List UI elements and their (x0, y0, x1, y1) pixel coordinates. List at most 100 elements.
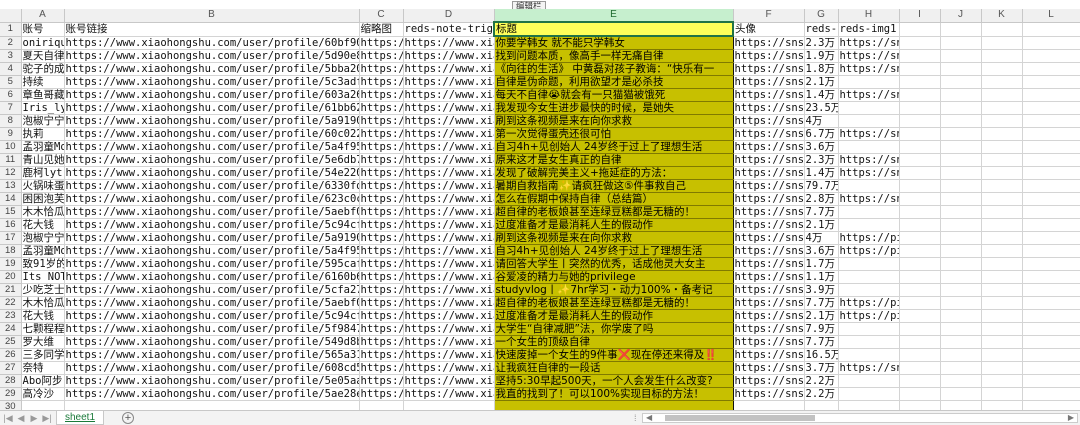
cell-c[interactable]: https://s (359, 127, 404, 141)
cell-h[interactable]: https://sns-avatar-qc.xhscdn.com/avatar/… (838, 361, 900, 375)
cell-a[interactable]: 孟羽童Mo (21, 244, 65, 258)
cell-c[interactable]: https://s (359, 205, 404, 219)
cell-a[interactable]: Abo阿步 (21, 374, 65, 388)
cell-l[interactable] (1022, 36, 1080, 50)
cell-c[interactable]: https://s (359, 270, 404, 284)
cell-g[interactable]: 4万 (804, 231, 839, 245)
sheet-tab-sheet1[interactable]: sheet1 (56, 411, 105, 425)
cell-j[interactable] (940, 153, 982, 167)
cell-b[interactable]: https://www.xiaohongshu.com/user/profile… (64, 153, 360, 167)
cell-k[interactable] (981, 218, 1023, 232)
cell-e[interactable]: 谷爱凌的精力与她的privilege (493, 270, 734, 284)
cell-k[interactable] (981, 231, 1023, 245)
cell-a[interactable]: 泡椒宁宁 (21, 231, 65, 245)
row-header[interactable]: 24 (0, 322, 22, 336)
cell-e[interactable]: 暑期自救指南✨请疯狂做这⑤件事救自己 (493, 179, 734, 193)
cell-j[interactable] (940, 348, 982, 362)
cell-b[interactable]: https://www.xiaohongshu.com/user/profile… (64, 335, 360, 349)
cell-j[interactable] (940, 400, 982, 410)
cell-e[interactable]: 刷到这条视频是来在向你求救 (493, 231, 734, 245)
cell-j[interactable] (940, 75, 982, 89)
cell-d[interactable]: https://www.xiaoh (403, 62, 495, 76)
cell-l[interactable] (1022, 22, 1080, 37)
cell-g[interactable]: 1.8万 (804, 62, 839, 76)
cell-h[interactable]: https://sns-avatar-qc.xhscdn.com/avatar/… (838, 49, 900, 63)
cell-k[interactable] (981, 387, 1023, 401)
cell-k[interactable] (981, 192, 1023, 206)
cell-i[interactable] (899, 179, 941, 193)
select-all-corner[interactable] (0, 9, 22, 23)
cell-b[interactable]: https://www.xiaohongshu.com/user/profile… (64, 218, 360, 232)
cell-f[interactable]: https://sns-av (733, 114, 805, 128)
cell-j[interactable] (940, 218, 982, 232)
cell-f[interactable]: https://sns-av (733, 179, 805, 193)
cell-d[interactable]: https://www.xiaoh (403, 166, 495, 180)
row-header[interactable]: 25 (0, 335, 22, 349)
cell-b[interactable]: https://www.xiaohongshu.com/user/profile… (64, 166, 360, 180)
cell-c[interactable]: https://s (359, 75, 404, 89)
row-header[interactable]: 28 (0, 374, 22, 388)
row-header[interactable]: 9 (0, 127, 22, 141)
cell-f[interactable]: https://sns-av (733, 49, 805, 63)
cell-h[interactable] (838, 348, 900, 362)
cell-l[interactable] (1022, 88, 1080, 102)
cell-b[interactable]: https://www.xiaohongshu.com/user/profile… (64, 179, 360, 193)
cell-j[interactable] (940, 205, 982, 219)
cell-g[interactable]: 2.8万 (804, 192, 839, 206)
cell-g[interactable] (804, 400, 839, 410)
cell-d[interactable]: https://www.xiaoh (403, 192, 495, 206)
row-header[interactable]: 26 (0, 348, 22, 362)
cell-a[interactable]: 花大钱 (21, 218, 65, 232)
cell-d[interactable]: https://www.xiaoh (403, 244, 495, 258)
column-header-b[interactable]: B (64, 9, 360, 23)
row-header[interactable]: 8 (0, 114, 22, 128)
horizontal-scrollbar[interactable]: ◀ ▶ (642, 413, 1078, 423)
cell-l[interactable] (1022, 335, 1080, 349)
cell-h[interactable] (838, 322, 900, 336)
cell-h[interactable]: https://sns-avatar-qc.xhscdn.com/avatar/… (838, 36, 900, 50)
cell-a[interactable]: 火锅味蛋 (21, 179, 65, 193)
cell-c[interactable]: https://s (359, 101, 404, 115)
cell-c[interactable]: https://s (359, 179, 404, 193)
cell-i[interactable] (899, 88, 941, 102)
cell-i[interactable] (899, 192, 941, 206)
cell-i[interactable] (899, 127, 941, 141)
cell-i[interactable] (899, 22, 941, 37)
cell-c[interactable]: https://s (359, 218, 404, 232)
cell-f[interactable]: https://sns-av (733, 257, 805, 271)
column-header-c[interactable]: C (359, 9, 404, 23)
cell-h[interactable] (838, 374, 900, 388)
cell-k[interactable] (981, 179, 1023, 193)
cell-k[interactable] (981, 257, 1023, 271)
first-sheet-nav-icon[interactable]: |◀ (2, 412, 14, 424)
cell-a[interactable]: 致91岁的 (21, 257, 65, 271)
cell-e[interactable]: 我发现今女生进步最快的时候，是她失 (493, 101, 734, 115)
cell-g[interactable]: 1.9万 (804, 49, 839, 63)
cell-g[interactable]: 79.7万 (804, 179, 839, 193)
cell-b[interactable]: https://www.xiaohongshu.com/user/profile… (64, 348, 360, 362)
cell-l[interactable] (1022, 205, 1080, 219)
cell-a[interactable]: Iris_lyn (21, 101, 65, 115)
cell-c[interactable]: https://s (359, 257, 404, 271)
cell-d[interactable]: https://www.xiaoh (403, 348, 495, 362)
cell-h[interactable]: https://picasso-static.xiaohongshu.com/f… (838, 244, 900, 258)
row-header[interactable]: 6 (0, 88, 22, 102)
cell-l[interactable] (1022, 244, 1080, 258)
cell-g[interactable]: 7.7万 (804, 296, 839, 310)
cell-k[interactable] (981, 400, 1023, 410)
cell-g[interactable]: 7.9万 (804, 322, 839, 336)
cell-i[interactable] (899, 231, 941, 245)
cell-j[interactable] (940, 22, 982, 37)
cell-h[interactable] (838, 335, 900, 349)
row-header[interactable]: 3 (0, 49, 22, 63)
cell-d[interactable]: reds-note-trigger (403, 22, 495, 37)
row-header[interactable]: 16 (0, 218, 22, 232)
row-header[interactable]: 1 (0, 22, 22, 37)
cell-c[interactable]: https://s (359, 231, 404, 245)
cell-l[interactable] (1022, 257, 1080, 271)
cell-h[interactable]: https://picasso-static.xiaohongshu.com/f… (838, 231, 900, 245)
cell-d[interactable]: https://www.xiaoh (403, 101, 495, 115)
column-header-f[interactable]: F (733, 9, 805, 23)
cell-b[interactable]: https://www.xiaohongshu.com/user/profile… (64, 257, 360, 271)
cell-i[interactable] (899, 309, 941, 323)
